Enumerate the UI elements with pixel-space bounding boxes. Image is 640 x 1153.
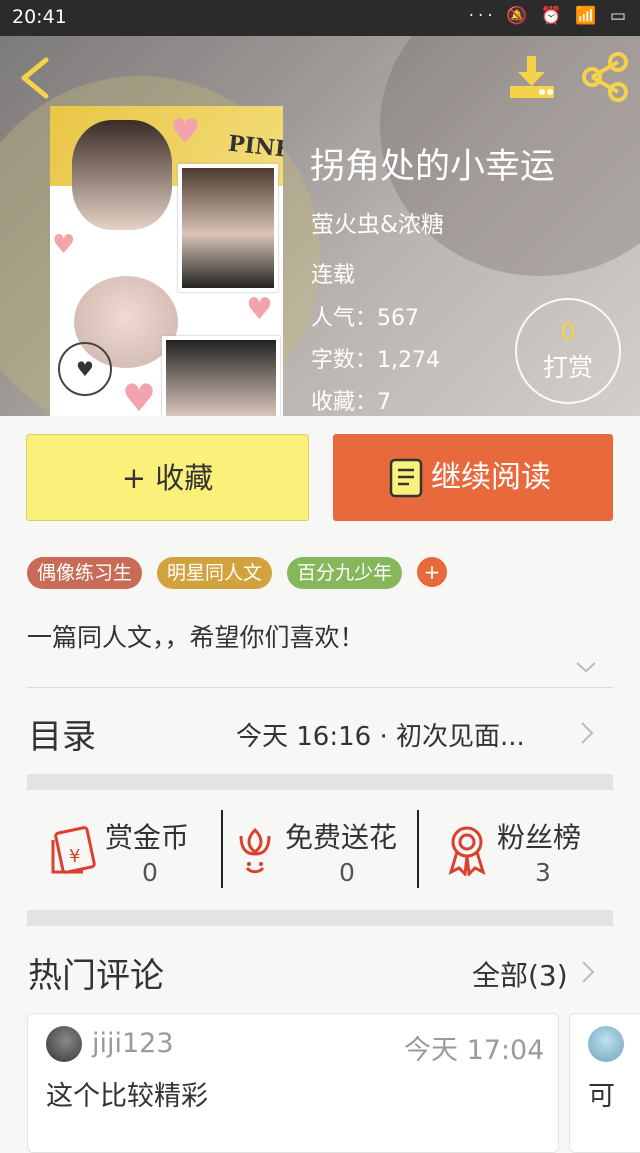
battery-icon: ▭	[609, 6, 630, 26]
stat-favorites: 收藏：7	[311, 384, 391, 416]
reward-value: 0	[142, 858, 158, 887]
stat-value: 1,274	[377, 348, 440, 373]
reward-coins[interactable]: ¥ 赏金币 0	[27, 810, 222, 892]
book-description: 一篇同人文，，希望你们喜欢！	[27, 623, 365, 652]
add-favorite-button[interactable]: + 收藏	[26, 434, 309, 521]
reward-label: 赏金币	[105, 821, 190, 854]
chevron-left-icon[interactable]	[16, 56, 56, 100]
reward-bar: ¥ 赏金币 0 免费送花 0 粉丝榜 3	[27, 810, 613, 892]
stat-label: 人气：	[311, 306, 378, 331]
comment-text: 可	[588, 1081, 615, 1112]
download-icon[interactable]	[508, 56, 558, 100]
tag-item[interactable]: 偶像练习生	[27, 557, 143, 589]
heart-icon: ♥	[246, 292, 273, 327]
dots-icon: ···	[468, 6, 497, 26]
comment-card[interactable]: jiji123 今天 17:04 这个比较精彩	[27, 1013, 559, 1153]
all-comments-label: 全部(3)	[472, 959, 568, 992]
chevron-down-icon[interactable]	[574, 658, 598, 676]
status-time: 20:41	[12, 6, 67, 28]
reward-label: 免费送花	[285, 821, 398, 854]
heart-icon: ♥	[122, 376, 157, 416]
continue-reading-label: 继续阅读	[431, 460, 551, 495]
reward-flowers[interactable]: 免费送花 0	[223, 810, 418, 892]
stat-popularity: 人气：567	[311, 300, 419, 332]
svg-text:¥: ¥	[69, 846, 80, 867]
cover-photo	[72, 120, 172, 230]
add-tag-button[interactable]: +	[417, 557, 447, 587]
chevron-right-icon	[581, 722, 594, 744]
flower-icon	[239, 827, 271, 874]
heart-icon: ♥	[52, 230, 76, 260]
stat-label: 收藏：	[311, 390, 378, 415]
reward-label: 粉丝榜	[497, 821, 582, 854]
red-envelope-icon: ¥	[51, 826, 96, 874]
mute-icon: 🔕	[506, 6, 532, 26]
tip-button[interactable]: 0 打赏	[515, 298, 621, 404]
status-icons: ··· 🔕 ⏰ 📶 ▭	[469, 6, 630, 26]
wifi-icon: 📶	[575, 6, 601, 26]
book-status: 连载	[311, 263, 356, 288]
status-bar: 20:41 ··· 🔕 ⏰ 📶 ▭	[0, 0, 640, 36]
reward-fans[interactable]: 粉丝榜 3	[419, 810, 613, 892]
tag-item[interactable]: 明星同人文	[157, 557, 273, 589]
hot-comments-title: 热门评论	[28, 956, 164, 996]
comment-time: 今天 17:04	[404, 1035, 545, 1066]
book-title: 拐角处的小幸运	[310, 147, 556, 187]
stat-label: 字数：	[311, 348, 378, 373]
avatar[interactable]	[588, 1026, 624, 1062]
reward-value: 3	[535, 858, 551, 887]
book-author[interactable]: 萤火虫&浓糖	[311, 205, 444, 239]
tag-item[interactable]: 百分九少年	[287, 557, 403, 589]
book-cover[interactable]: ♥ PINK ♥ ♥ ♥ ♥	[50, 106, 283, 416]
tip-label: 打赏	[542, 353, 593, 382]
book-icon	[389, 458, 423, 498]
stat-value: 567	[377, 306, 420, 331]
reward-value: 0	[339, 858, 355, 887]
avatar[interactable]	[46, 1026, 82, 1062]
comment-text: 这个比较精彩	[46, 1081, 208, 1112]
heart-icon: ♥	[170, 112, 201, 152]
alarm-icon: ⏰	[540, 6, 566, 26]
divider	[27, 687, 613, 688]
comment-user[interactable]: jiji123	[92, 1028, 174, 1059]
chevron-right-icon	[582, 961, 595, 983]
latest-chapter: 今天 16:16 · 初次见面...	[236, 722, 525, 752]
cover-photo	[178, 164, 278, 292]
stat-word-count: 字数：1,274	[311, 342, 440, 374]
cover-photo	[162, 336, 280, 416]
tip-count: 0	[560, 318, 576, 346]
section-divider	[27, 910, 613, 926]
comment-card[interactable]: 可	[569, 1013, 640, 1153]
cover-seal: ♥	[58, 342, 112, 396]
section-divider	[27, 774, 613, 790]
stat-value: 7	[377, 390, 392, 415]
award-ribbon-icon	[448, 826, 486, 876]
continue-reading-button[interactable]: 继续阅读	[333, 434, 613, 521]
share-icon[interactable]	[580, 52, 630, 102]
toc-title: 目录	[28, 717, 96, 757]
